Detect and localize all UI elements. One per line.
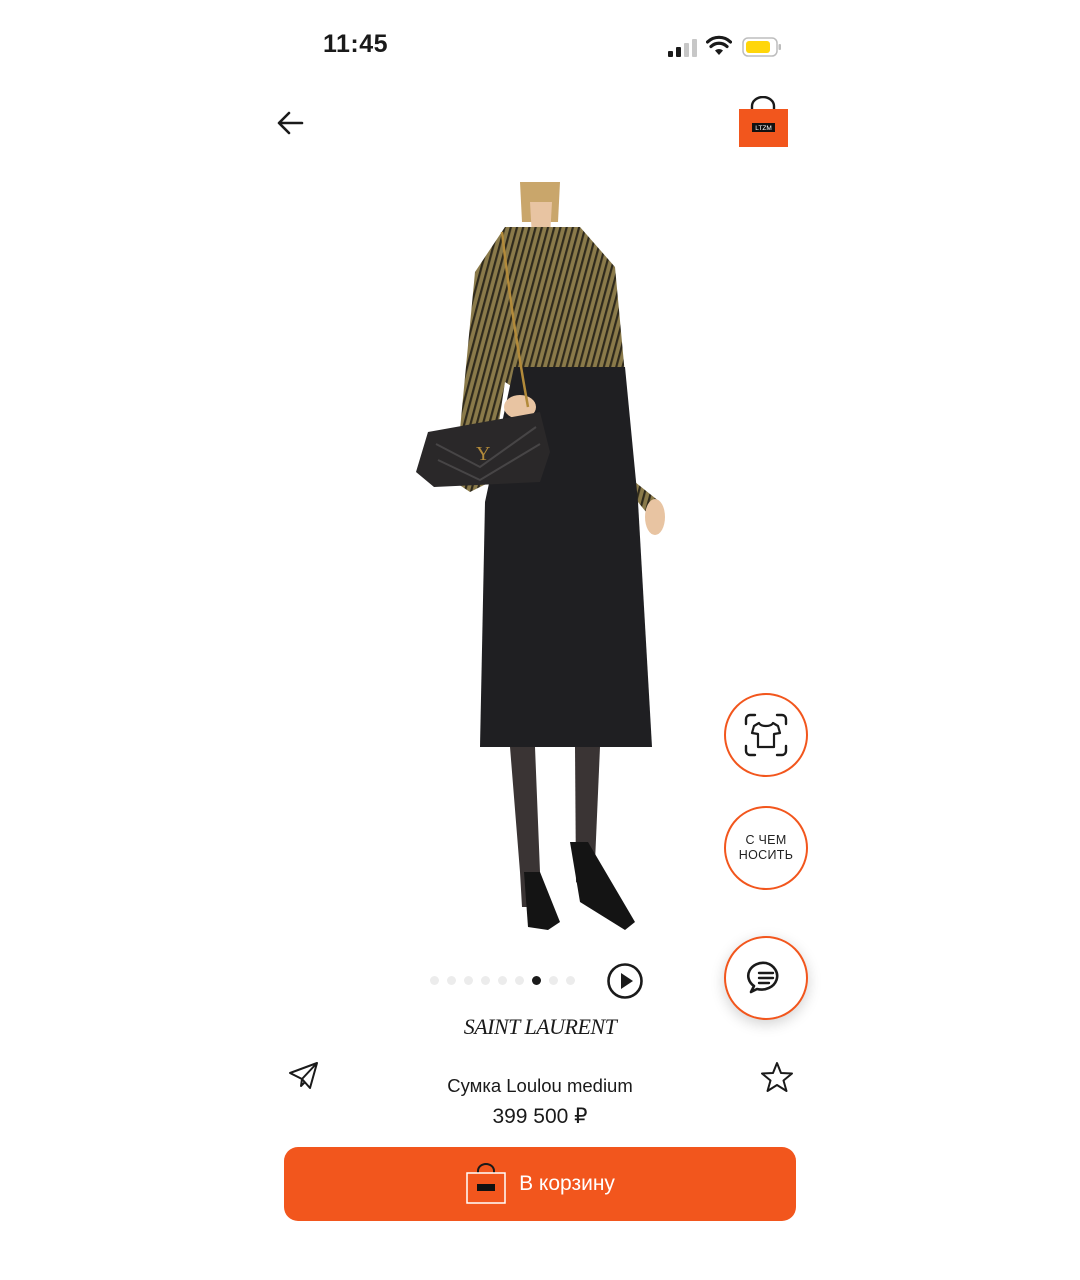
shopping-bag-icon: LTZM: [739, 95, 788, 147]
favorite-star-icon[interactable]: [760, 1060, 794, 1094]
add-to-cart-button[interactable]: В корзину: [284, 1147, 796, 1221]
svg-text:Y: Y: [476, 443, 490, 465]
gallery-dot[interactable]: [481, 975, 490, 985]
brand-logo[interactable]: SAINT LAURENT: [440, 1014, 640, 1040]
cart-bag-icon: [466, 1163, 506, 1204]
chat-bubble-icon: [747, 961, 779, 994]
chat-button[interactable]: [724, 936, 808, 1020]
gallery-dot-active[interactable]: [532, 975, 541, 985]
play-video-icon[interactable]: [606, 962, 644, 1000]
wifi-icon: [706, 35, 732, 55]
what-to-wear-label: С ЧЕМ НОСИТЬ: [738, 833, 794, 862]
gallery-pagination: [430, 975, 575, 985]
add-to-cart-label: В корзину: [519, 1172, 615, 1195]
product-photo[interactable]: Y: [410, 182, 672, 937]
back-arrow-icon[interactable]: [274, 106, 308, 140]
gallery-dot[interactable]: [464, 975, 473, 985]
scan-shirt-icon: [744, 713, 788, 757]
share-icon[interactable]: [288, 1060, 320, 1090]
product-name: Сумка Loulou medium: [447, 1075, 633, 1096]
battery-icon: [742, 37, 781, 57]
gallery-dot[interactable]: [515, 975, 524, 985]
product-price: 399 500 ₽: [492, 1105, 588, 1128]
status-time: 11:45: [323, 30, 389, 58]
gallery-dot[interactable]: [498, 975, 507, 985]
bag-logo-text: LTZM: [755, 125, 772, 132]
visual-search-button[interactable]: [724, 693, 808, 777]
gallery-dot[interactable]: [566, 975, 575, 985]
store-bag-button[interactable]: LTZM: [736, 95, 790, 150]
gallery-dot[interactable]: [549, 975, 558, 985]
cellular-signal-icon: [668, 39, 697, 57]
gallery-dot[interactable]: [430, 975, 439, 985]
what-to-wear-button[interactable]: С ЧЕМ НОСИТЬ: [724, 806, 808, 890]
gallery-dot[interactable]: [447, 975, 456, 985]
